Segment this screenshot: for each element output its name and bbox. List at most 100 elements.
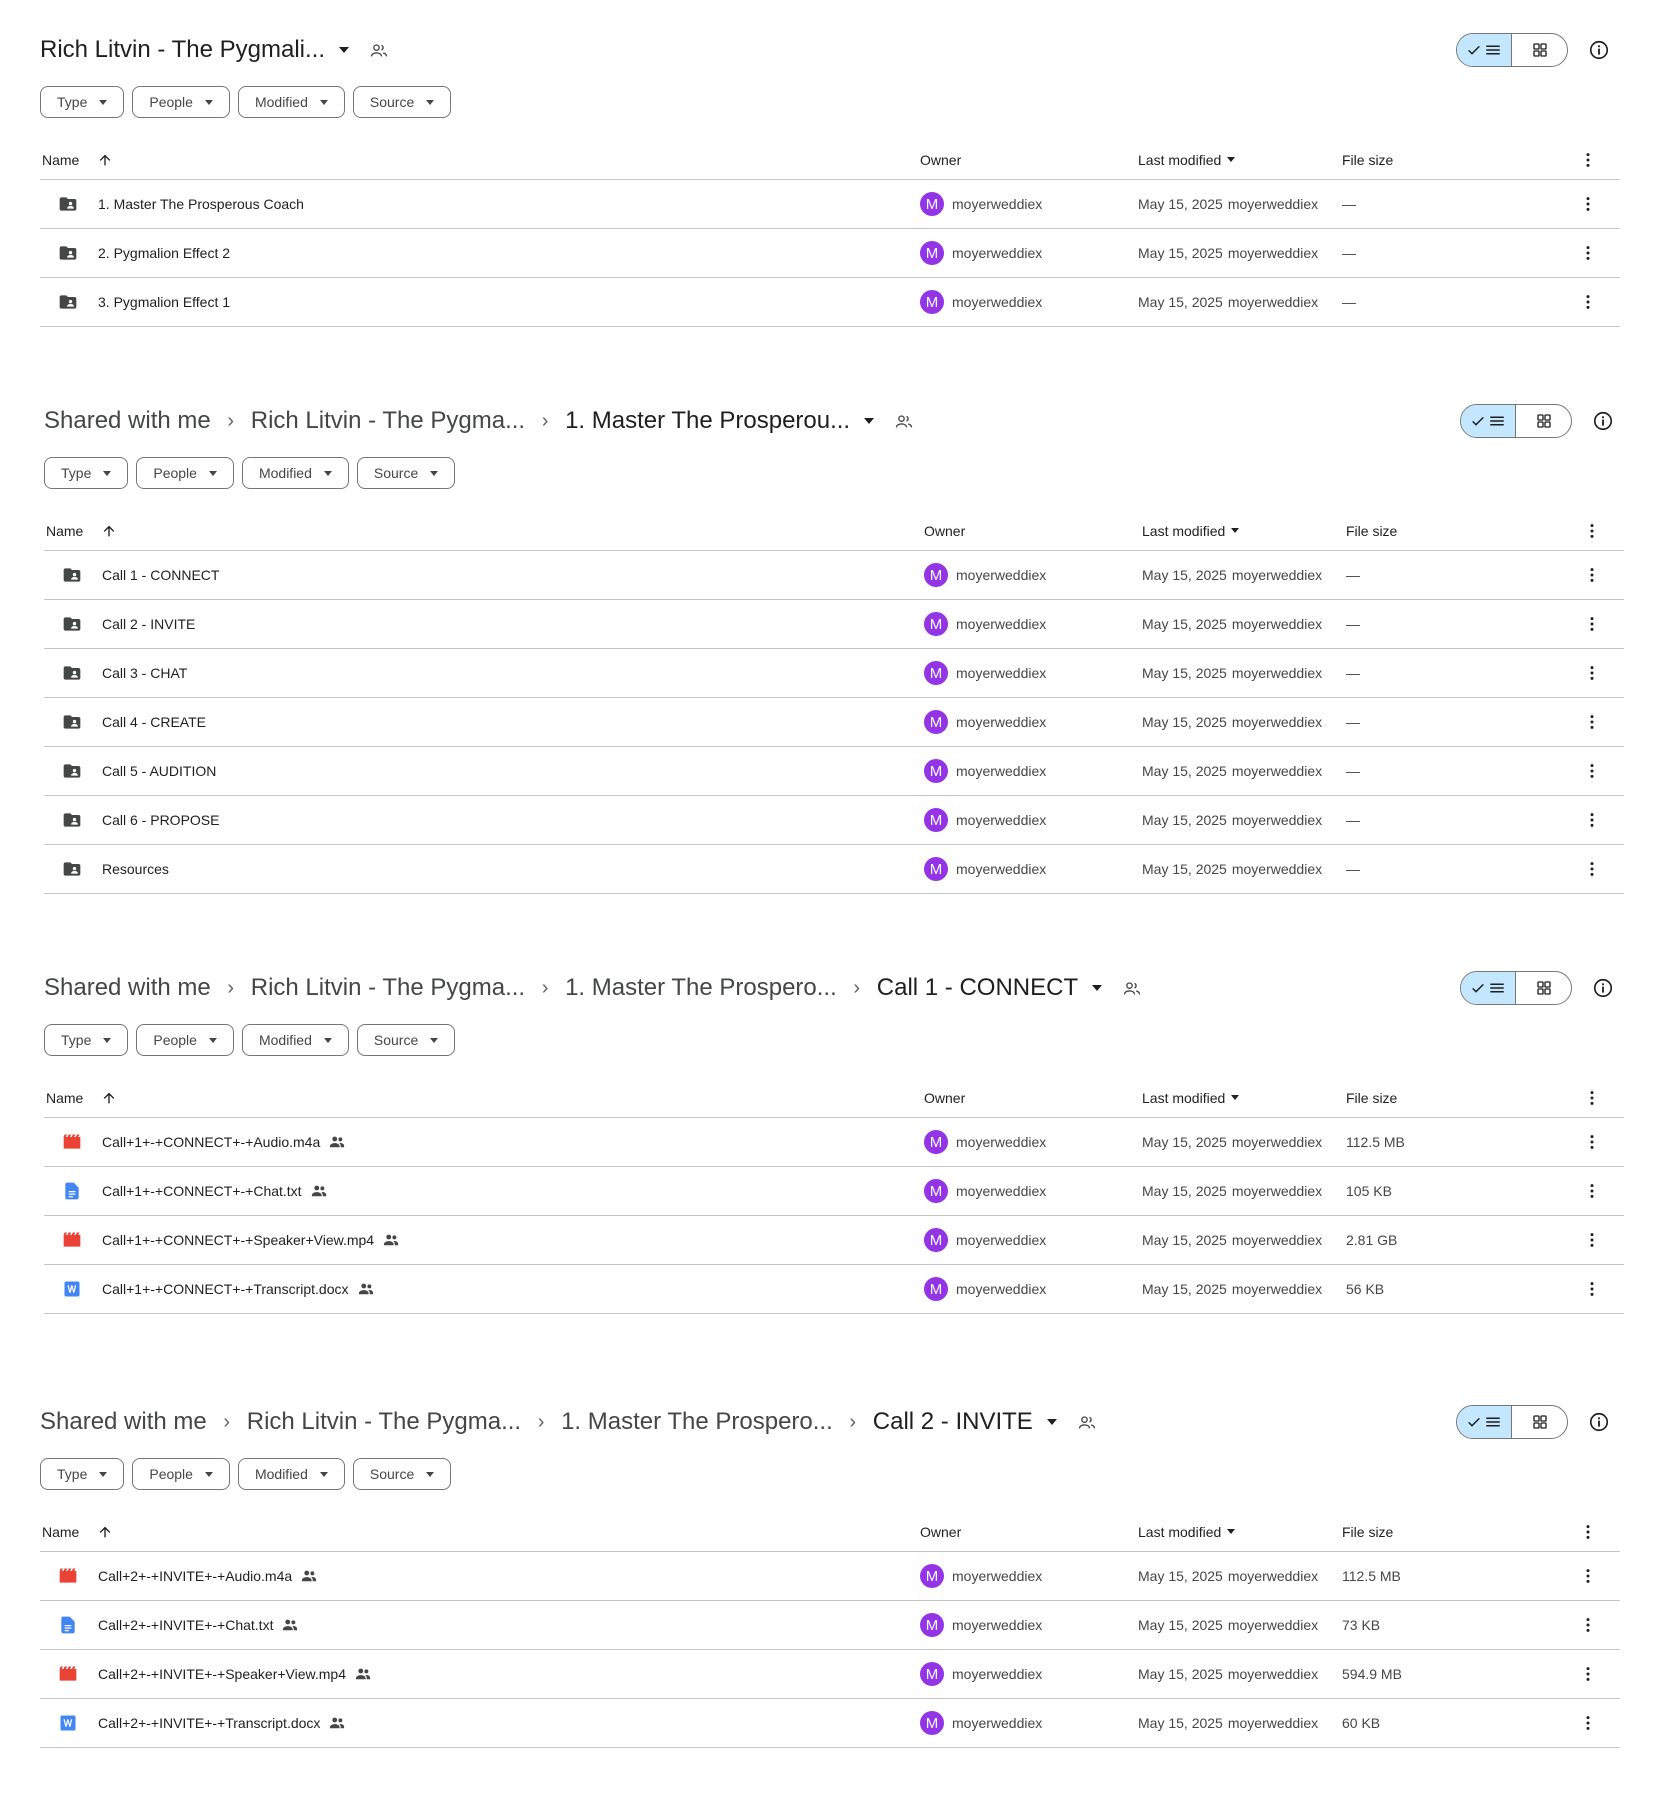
table-row[interactable]: Call+1+-+CONNECT+-+Chat.txt Mmoyerweddiex…: [44, 1167, 1624, 1216]
filter-chip-type[interactable]: Type: [40, 86, 125, 118]
shared-folder-people-icon[interactable]: [1077, 1412, 1097, 1432]
sort-ascending-icon[interactable]: [101, 1090, 117, 1106]
folder-menu-caret-icon[interactable]: [1092, 985, 1103, 991]
grid-view-button[interactable]: [1512, 1406, 1567, 1438]
more-actions-icon[interactable]: [1582, 1279, 1602, 1299]
column-options-icon[interactable]: [1582, 521, 1602, 541]
table-row[interactable]: Call+1+-+CONNECT+-+Speaker+View.mp4 Mmoye…: [44, 1216, 1624, 1265]
filter-chip-type[interactable]: Type: [40, 1458, 125, 1490]
more-actions-icon[interactable]: [1582, 614, 1602, 634]
column-file-size[interactable]: File size: [1346, 523, 1546, 539]
avatar[interactable]: M: [924, 661, 948, 685]
breadcrumb-item[interactable]: Shared with me: [44, 407, 211, 435]
column-file-size[interactable]: File size: [1342, 152, 1542, 168]
more-actions-icon[interactable]: [1582, 1132, 1602, 1152]
more-actions-icon[interactable]: [1582, 1230, 1602, 1250]
filter-chip-source[interactable]: Source: [356, 457, 456, 489]
more-actions-icon[interactable]: [1578, 243, 1598, 263]
avatar[interactable]: M: [924, 710, 948, 734]
folder-menu-caret-icon[interactable]: [339, 47, 349, 53]
current-folder-title[interactable]: 1. Master The Prosperou...: [565, 407, 850, 435]
more-actions-icon[interactable]: [1582, 761, 1602, 781]
info-icon[interactable]: [1588, 39, 1610, 61]
column-owner[interactable]: Owner: [924, 523, 1142, 539]
column-owner[interactable]: Owner: [924, 1090, 1142, 1106]
filter-chip-modified[interactable]: Modified: [241, 1024, 349, 1056]
table-row[interactable]: Call+2+-+INVITE+-+Transcript.docx Mmoyerw…: [40, 1699, 1620, 1748]
column-file-size[interactable]: File size: [1342, 1524, 1542, 1540]
column-last-modified[interactable]: Last modified: [1142, 1090, 1346, 1106]
avatar[interactable]: M: [920, 241, 944, 265]
table-row[interactable]: Call+2+-+INVITE+-+Audio.m4a Mmoyerweddiex…: [40, 1552, 1620, 1601]
table-row[interactable]: 3. Pygmalion Effect 1 Mmoyerweddiex May 15…: [40, 278, 1620, 327]
avatar[interactable]: M: [920, 192, 944, 216]
filter-chip-people[interactable]: People: [132, 86, 230, 118]
more-actions-icon[interactable]: [1578, 292, 1598, 312]
column-name[interactable]: Name: [44, 1090, 924, 1106]
table-row[interactable]: Call 1 - CONNECT Mmoyerweddiex May 15, 202…: [44, 551, 1624, 600]
column-options-icon[interactable]: [1582, 1088, 1602, 1108]
column-file-size[interactable]: File size: [1346, 1090, 1546, 1106]
shared-folder-people-icon[interactable]: [1122, 978, 1142, 998]
info-icon[interactable]: [1592, 410, 1614, 432]
shared-folder-people-icon[interactable]: [369, 40, 389, 60]
current-folder-title[interactable]: Rich Litvin - The Pygmali...: [40, 36, 325, 64]
more-actions-icon[interactable]: [1578, 1664, 1598, 1684]
more-actions-icon[interactable]: [1578, 1566, 1598, 1586]
more-actions-icon[interactable]: [1582, 810, 1602, 830]
avatar[interactable]: M: [920, 1711, 944, 1735]
more-actions-icon[interactable]: [1582, 565, 1602, 585]
filter-chip-people[interactable]: People: [132, 1458, 230, 1490]
filter-chip-type[interactable]: Type: [44, 457, 129, 489]
table-row[interactable]: Call 3 - CHAT Mmoyerweddiex May 15, 2025 mo…: [44, 649, 1624, 698]
sort-ascending-icon[interactable]: [97, 1524, 113, 1540]
table-row[interactable]: Call 5 - AUDITION Mmoyerweddiex May 15, 20…: [44, 747, 1624, 796]
more-actions-icon[interactable]: [1582, 1181, 1602, 1201]
sort-ascending-icon[interactable]: [101, 523, 117, 539]
more-actions-icon[interactable]: [1578, 1615, 1598, 1635]
more-actions-icon[interactable]: [1578, 1713, 1598, 1733]
filter-chip-modified[interactable]: Modified: [241, 457, 349, 489]
column-name[interactable]: Name: [40, 1524, 920, 1540]
grid-view-button[interactable]: [1512, 34, 1567, 66]
more-actions-icon[interactable]: [1582, 663, 1602, 683]
column-name[interactable]: Name: [40, 152, 920, 168]
avatar[interactable]: M: [920, 1662, 944, 1686]
breadcrumb-item[interactable]: Shared with me: [44, 974, 211, 1002]
table-row[interactable]: Call+2+-+INVITE+-+Chat.txt Mmoyerweddiex M…: [40, 1601, 1620, 1650]
filter-chip-source[interactable]: Source: [356, 1024, 456, 1056]
avatar[interactable]: M: [924, 563, 948, 587]
column-options-icon[interactable]: [1578, 1522, 1598, 1542]
list-view-button[interactable]: [1461, 405, 1517, 437]
grid-view-button[interactable]: [1516, 972, 1571, 1004]
column-owner[interactable]: Owner: [920, 152, 1138, 168]
folder-menu-caret-icon[interactable]: [1046, 1419, 1057, 1425]
avatar[interactable]: M: [920, 1564, 944, 1588]
current-folder-title[interactable]: Call 2 - INVITE: [873, 1408, 1033, 1436]
breadcrumb-item[interactable]: 1. Master The Prospero...: [565, 974, 837, 1002]
column-options-icon[interactable]: [1578, 150, 1598, 170]
filter-chip-source[interactable]: Source: [352, 1458, 452, 1490]
avatar[interactable]: M: [924, 857, 948, 881]
column-last-modified[interactable]: Last modified: [1142, 523, 1346, 539]
avatar[interactable]: M: [924, 1130, 948, 1154]
filter-chip-type[interactable]: Type: [44, 1024, 129, 1056]
grid-view-button[interactable]: [1516, 405, 1571, 437]
breadcrumb-item[interactable]: Rich Litvin - The Pygma...: [247, 1408, 521, 1436]
breadcrumb-item[interactable]: Rich Litvin - The Pygma...: [251, 407, 525, 435]
avatar[interactable]: M: [924, 1179, 948, 1203]
avatar[interactable]: M: [920, 1613, 944, 1637]
filter-chip-modified[interactable]: Modified: [237, 1458, 345, 1490]
list-view-button[interactable]: [1457, 34, 1513, 66]
column-name[interactable]: Name: [44, 523, 924, 539]
breadcrumb-item[interactable]: Rich Litvin - The Pygma...: [251, 974, 525, 1002]
list-view-button[interactable]: [1461, 972, 1517, 1004]
table-row[interactable]: 2. Pygmalion Effect 2 Mmoyerweddiex May 15…: [40, 229, 1620, 278]
breadcrumb-item[interactable]: 1. Master The Prospero...: [561, 1408, 833, 1436]
shared-folder-people-icon[interactable]: [894, 411, 914, 431]
table-row[interactable]: Call+1+-+CONNECT+-+Transcript.docx Mmoyer…: [44, 1265, 1624, 1314]
avatar[interactable]: M: [924, 759, 948, 783]
sort-ascending-icon[interactable]: [97, 152, 113, 168]
list-view-button[interactable]: [1457, 1406, 1513, 1438]
table-row[interactable]: Call 2 - INVITE Mmoyerweddiex May 15, 2025…: [44, 600, 1624, 649]
